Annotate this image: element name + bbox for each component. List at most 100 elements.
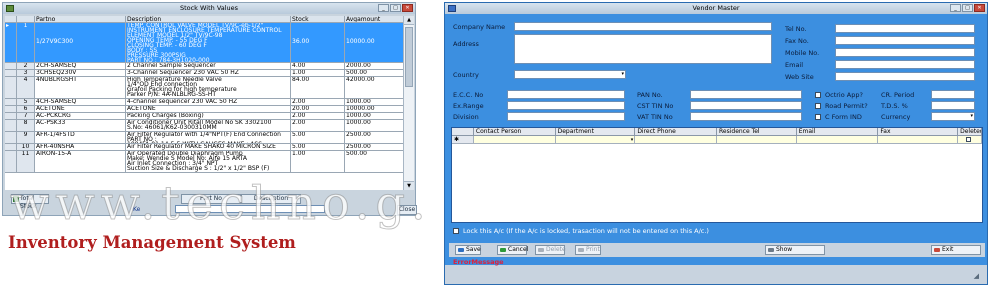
avgamount-cell[interactable]: 2500.00 bbox=[345, 144, 403, 150]
tel-no-field[interactable] bbox=[835, 24, 975, 33]
column-header-department[interactable]: Department bbox=[556, 128, 636, 135]
ecc-no-field[interactable] bbox=[507, 90, 625, 99]
avgamount-cell[interactable]: 10000.00 bbox=[345, 106, 403, 112]
description-cell[interactable]: 2 Channel Sample Sequencer bbox=[126, 63, 291, 69]
column-header-email[interactable]: Email bbox=[797, 128, 879, 135]
partno-cell[interactable]: 1/27V9C300 bbox=[35, 23, 126, 62]
description-cell[interactable]: High Temperature Needle Valve 1/4"OD End… bbox=[126, 77, 291, 98]
fax-cell[interactable] bbox=[878, 136, 959, 143]
row-number-cell[interactable]: 6 bbox=[17, 106, 35, 112]
description-cell[interactable]: Air Filter Regulator with 1/4"NPT(F) End… bbox=[126, 132, 291, 143]
avgamount-cell[interactable]: 2500.00 bbox=[345, 132, 403, 143]
scroll-down-icon[interactable]: ▼ bbox=[404, 181, 414, 190]
table-row[interactable]: ✱ ▾ bbox=[452, 136, 982, 144]
description-cell[interactable]: TEMP. CONTROL VALVE MODEL TV/9C-eb-1/2" … bbox=[126, 23, 291, 62]
close-icon[interactable]: ✕ bbox=[974, 4, 985, 12]
residence-tel-cell[interactable] bbox=[717, 136, 797, 143]
avgamount-cell[interactable]: 1000.00 bbox=[345, 120, 403, 131]
table-row[interactable]: 9 AFR-1/4FSTD Air Filter Regulator with 1/… bbox=[5, 132, 403, 144]
row-number-cell[interactable]: 7 bbox=[17, 113, 35, 119]
partno-cell[interactable]: AIRON-15-A bbox=[35, 151, 126, 172]
stock-cell[interactable]: 2.00 bbox=[291, 120, 345, 131]
stock-cell[interactable]: 2.00 bbox=[291, 113, 345, 119]
email-field[interactable] bbox=[835, 60, 975, 69]
table-row[interactable]: 11 AIRON-15-A Air Operated Double Diaphrag… bbox=[5, 151, 403, 173]
search-input[interactable] bbox=[175, 205, 325, 213]
partno-cell[interactable]: AFR-40NSHA bbox=[35, 144, 126, 150]
email-cell[interactable] bbox=[797, 136, 879, 143]
currency-select[interactable]: ▾ bbox=[931, 112, 975, 121]
delete-button[interactable]: Delete bbox=[535, 245, 566, 255]
avgamount-cell[interactable]: 1000.00 bbox=[345, 113, 403, 119]
column-header-partno[interactable]: Partno bbox=[35, 16, 126, 22]
partno-cell[interactable]: 2CH-SAMSEQ bbox=[35, 63, 126, 69]
octrio-app-checkbox[interactable] bbox=[815, 92, 821, 98]
table-row[interactable]: ▸ 1 1/27V9C300 TEMP. CONTROL VALVE MODEL TV… bbox=[5, 23, 403, 63]
column-header-contact-person[interactable]: Contact Person bbox=[474, 128, 556, 135]
partno-cell[interactable]: ACETONE bbox=[35, 106, 126, 112]
description-cell[interactable]: Air Operated Double Diaphragm Pump Make:… bbox=[126, 151, 291, 172]
column-header-deleted[interactable]: Deleted bbox=[958, 128, 982, 135]
resize-grip-icon[interactable]: ◢ bbox=[974, 272, 979, 280]
part-no-button[interactable]: Part No bbox=[181, 194, 241, 204]
column-header-residence-tel[interactable]: Residence Tel bbox=[717, 128, 797, 135]
exit-button[interactable]: Exit bbox=[931, 245, 981, 255]
stock-cell[interactable]: 36.00 bbox=[291, 23, 345, 62]
stock-cell[interactable]: 5.00 bbox=[291, 132, 345, 143]
company-name-field[interactable] bbox=[514, 22, 772, 31]
row-number-cell[interactable]: 1 bbox=[17, 23, 35, 62]
column-header-stock[interactable]: Stock bbox=[291, 16, 345, 22]
deleted-checkbox[interactable] bbox=[966, 137, 972, 142]
avgamount-cell[interactable]: 500.00 bbox=[345, 70, 403, 76]
fax-no-field[interactable] bbox=[835, 36, 975, 45]
stock-cell[interactable]: 1.00 bbox=[291, 151, 345, 172]
web-site-field[interactable] bbox=[835, 72, 975, 81]
c-form-ind-checkbox[interactable] bbox=[815, 114, 821, 120]
column-header-fax[interactable]: Fax bbox=[878, 128, 959, 135]
description-cell[interactable]: Air Conditioner Unit Ritall Model No SK … bbox=[126, 120, 291, 131]
description-cell[interactable]: ACETONE bbox=[126, 106, 291, 112]
partno-cell[interactable]: 4CH-SAMSEQ bbox=[35, 99, 126, 105]
avgamount-cell[interactable]: 2000.00 bbox=[345, 63, 403, 69]
stock-cell[interactable]: 5.00 bbox=[291, 144, 345, 150]
partno-cell[interactable]: AC-PCKCRG bbox=[35, 113, 126, 119]
minimize-icon[interactable]: _ bbox=[950, 4, 961, 12]
row-number-cell[interactable]: 4 bbox=[17, 77, 35, 98]
description-cell[interactable]: Packing Charges (Boxing) bbox=[126, 113, 291, 119]
scroll-thumb[interactable] bbox=[405, 27, 413, 87]
row-number-cell[interactable]: 3 bbox=[17, 70, 35, 76]
minimize-icon[interactable]: _ bbox=[378, 4, 389, 12]
direct-phone-cell[interactable] bbox=[635, 136, 717, 143]
deleted-cell[interactable] bbox=[958, 136, 982, 143]
country-select[interactable]: ▾ bbox=[514, 70, 626, 79]
vat-tin-no-field[interactable] bbox=[690, 112, 802, 121]
cr-period-field[interactable] bbox=[931, 90, 975, 99]
close-button[interactable]: Close bbox=[397, 205, 417, 215]
column-header-avgamount[interactable]: Avgamount bbox=[345, 16, 403, 22]
save-button[interactable]: Save bbox=[455, 245, 481, 255]
description-cell[interactable]: Air Filter Regulator MAKE SHAKO 40 MICRO… bbox=[126, 144, 291, 150]
column-header-direct-phone[interactable]: Direct Phone bbox=[635, 128, 717, 135]
table-row[interactable]: 3 3CHSEQ230V 3-Channel Sequencer 230 VAC 5… bbox=[5, 70, 403, 77]
row-number-cell[interactable]: 8 bbox=[17, 120, 35, 131]
stock-cell[interactable]: 20.00 bbox=[291, 106, 345, 112]
partno-cell[interactable]: AFR-1/4FSTD bbox=[35, 132, 126, 143]
avgamount-cell[interactable]: 1000.00 bbox=[345, 99, 403, 105]
partno-cell[interactable]: AC-PSK33 bbox=[35, 120, 126, 131]
row-number-cell[interactable]: 10 bbox=[17, 144, 35, 150]
print-button[interactable]: Print bbox=[575, 245, 601, 255]
table-row[interactable]: 4 4NUBLRGSHT High Temperature Needle Valve… bbox=[5, 77, 403, 99]
table-row[interactable]: 7 AC-PCKCRG Packing Charges (Boxing) 2.00 10… bbox=[5, 113, 403, 120]
row-number-cell[interactable]: 2 bbox=[17, 63, 35, 69]
grid-vertical-scrollbar[interactable]: ▲ ▼ bbox=[403, 16, 414, 190]
avgamount-cell[interactable]: 42000.00 bbox=[345, 77, 403, 98]
stock-cell[interactable]: 1.00 bbox=[291, 70, 345, 76]
division-field[interactable] bbox=[507, 112, 625, 121]
description-cell[interactable]: 4-channel sequencer 230 VAC 50 HZ bbox=[126, 99, 291, 105]
table-row[interactable]: 8 AC-PSK33 Air Conditioner Unit Ritall Mod… bbox=[5, 120, 403, 132]
table-row[interactable]: 5 4CH-SAMSEQ 4-channel sequencer 230 VAC 5… bbox=[5, 99, 403, 106]
ex-range-field[interactable] bbox=[507, 101, 625, 110]
total-stock-button[interactable]: Total Stock bbox=[11, 194, 49, 210]
cst-tin-no-field[interactable] bbox=[690, 101, 802, 110]
avgamount-cell[interactable]: 10000.00 bbox=[345, 23, 403, 62]
